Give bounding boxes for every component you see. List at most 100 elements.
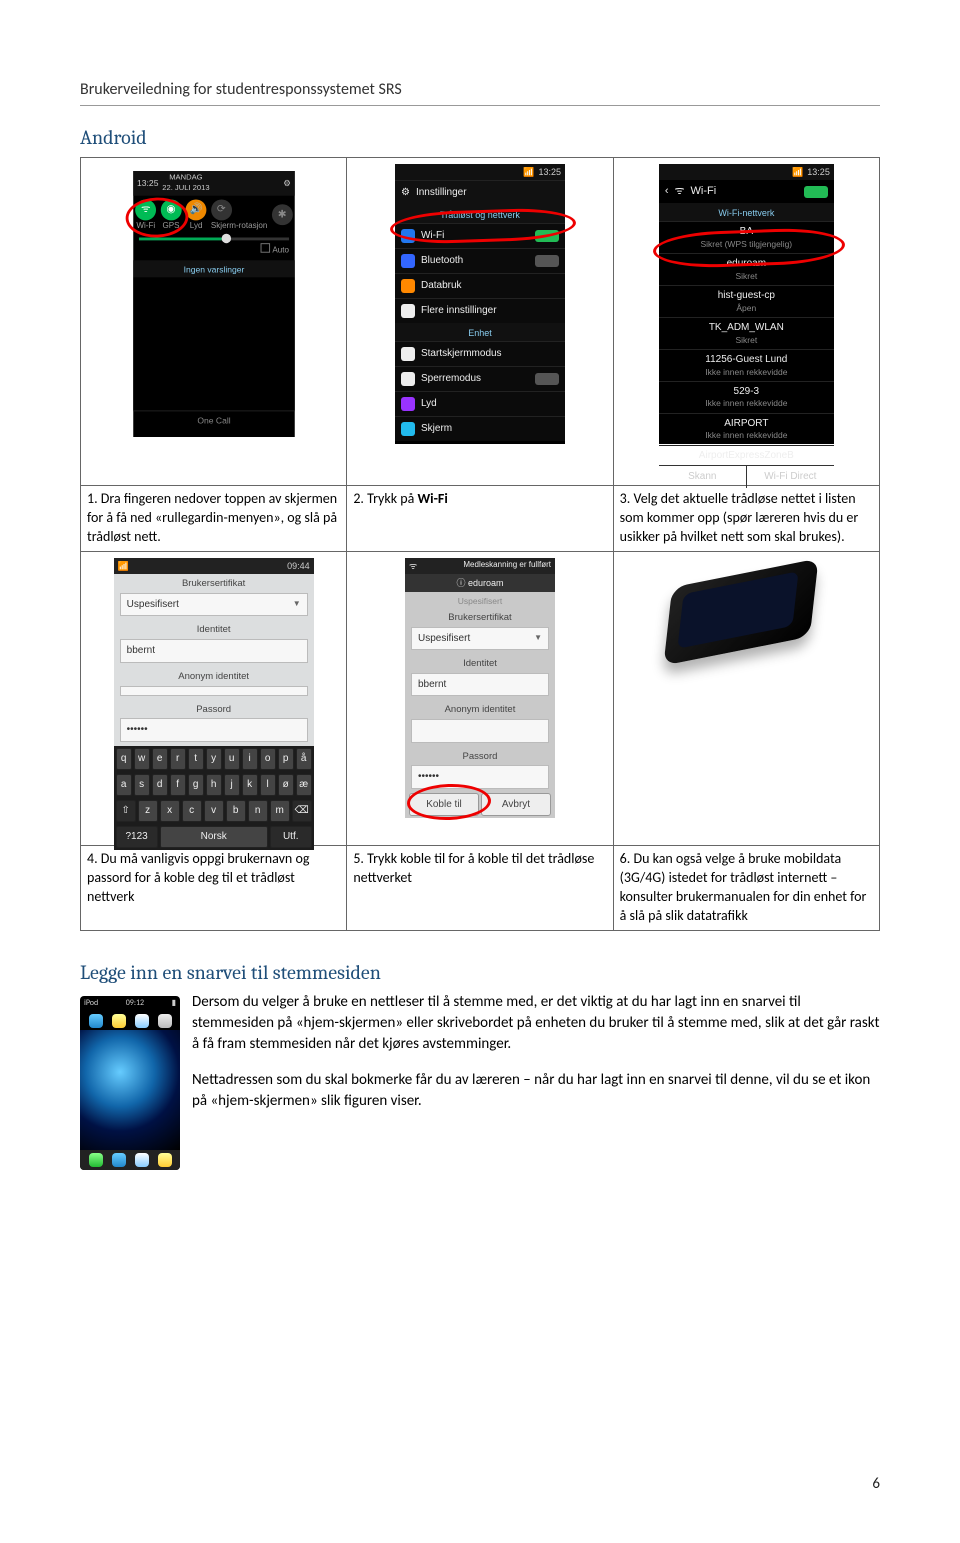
chevron-down-icon: ▼	[293, 599, 301, 610]
brightness-slider[interactable]	[139, 238, 289, 241]
settings-title: Innstillinger	[416, 186, 467, 200]
step2-prefix: 2. Trykk på	[353, 490, 417, 507]
wifi-net-529[interactable]: 529-3Ikke innen rekkevidde	[659, 381, 834, 413]
anon-label: Anonym identitet	[405, 700, 555, 717]
time-label: 13:25	[807, 166, 830, 178]
password-input[interactable]: ••••••	[411, 765, 549, 789]
net-name: AirportExpressZoneB	[665, 449, 828, 463]
app-icon	[89, 1014, 103, 1028]
anon-input[interactable]	[120, 686, 308, 696]
net-sub: Ikke innen rekkevidde	[665, 398, 828, 409]
auto-label: Auto	[272, 245, 289, 255]
keyboard[interactable]: qwertyuiopå asdfghjkløæ ⇧zxcvbnm⌫ ?123No…	[114, 746, 314, 850]
wifi-net-ba[interactable]: BASikret (WPS tilgjengelig)	[659, 221, 834, 253]
doc-header: Brukerveiledning for studentresponssyste…	[80, 80, 880, 106]
wifi-toggle[interactable]	[535, 230, 559, 242]
identity-input[interactable]: bbernt	[411, 673, 549, 697]
password-value: ••••••	[127, 723, 148, 737]
wifi-label: Wi-Fi	[135, 220, 156, 231]
settings-wifi-row[interactable]: Wi-Fi	[395, 223, 565, 248]
net-sub: Sikret (WPS tilgjengelig)	[665, 239, 828, 250]
block-text: Sperremodus	[421, 372, 481, 386]
display-icon	[401, 422, 415, 436]
rotation-toggle-icon[interactable]: ⟳	[211, 199, 232, 220]
settings-home-row[interactable]: Startskjermmodus	[395, 341, 565, 366]
net-sub: Ikke innen rekkevidde	[665, 430, 828, 441]
gear-icon: ⚙	[283, 177, 291, 189]
net-name: eduroam	[665, 257, 828, 271]
kb-enter[interactable]: Utf.	[270, 826, 312, 848]
section-title-shortcut: Legge inn en snarvei til stemmesiden	[80, 961, 880, 984]
wifi-text: Wi-Fi	[421, 229, 444, 243]
more-icon	[401, 304, 415, 318]
wifi-net-zoneb[interactable]: AirportExpressZoneB	[659, 445, 834, 466]
gps-label: GPS	[160, 220, 181, 231]
net-name: 529-3	[665, 385, 828, 399]
display-text: Skjerm	[421, 422, 452, 436]
step2-bold: Wi-Fi	[417, 490, 447, 507]
shortcut-paragraph-1: Dersom du velger å bruke en nettleser ti…	[192, 992, 880, 1055]
kb-space[interactable]: Norsk	[160, 826, 268, 848]
wifi-toggle-icon[interactable]: ᯤ	[135, 199, 156, 220]
cert-value: Uspesifisert	[418, 632, 470, 646]
scan-button[interactable]: Skann	[659, 465, 747, 488]
identity-input[interactable]: bbernt	[120, 639, 308, 663]
wifi-master-toggle[interactable]	[804, 186, 828, 198]
wifi-title: Wi-Fi	[691, 184, 717, 199]
settings-display-row[interactable]: Skjerm	[395, 416, 565, 441]
password-label: Passord	[405, 747, 555, 764]
cert-dropdown[interactable]: Uspesifisert▼	[120, 593, 308, 617]
ipod-figure: iPod09:12▮	[80, 992, 180, 1170]
wifi-net-tk[interactable]: TK_ADM_WLANSikret	[659, 317, 834, 349]
cell-shot-5: ᯤMedleskanning er fullført ⓘ eduroam Usp…	[347, 551, 613, 845]
cert-dropdown[interactable]: Uspesifisert ▼	[411, 627, 549, 651]
wifi-direct-button[interactable]: Wi-Fi Direct	[747, 465, 834, 488]
settings-bluetooth-row[interactable]: Bluetooth	[395, 248, 565, 273]
settings-block-row[interactable]: Sperremodus	[395, 366, 565, 391]
back-icon[interactable]: ‹	[665, 184, 669, 199]
signal-icon: 📶	[118, 560, 129, 572]
identity-value: bbernt	[418, 678, 446, 692]
wifi-net-11256[interactable]: 11256-Guest LundIkke innen rekkevidde	[659, 349, 834, 381]
more-text: Flere innstillinger	[421, 304, 497, 318]
bt-toggle[interactable]	[535, 255, 559, 267]
scan-label: Medleskanning er fullført	[463, 560, 551, 572]
cell-shot-1: 13:25 MANDAG 22. JULI 2013 ⚙ ᯤWi-Fi ◉GPS	[81, 158, 347, 486]
sound-text: Lyd	[421, 397, 437, 411]
wifi-net-guest[interactable]: hist-guest-cpÅpen	[659, 285, 834, 317]
group-wireless: Trådløst og nettverk	[395, 205, 565, 223]
anon-input[interactable]	[411, 719, 549, 743]
gps-toggle-icon[interactable]: ◉	[160, 199, 181, 220]
settings-data-row[interactable]: Databruk	[395, 273, 565, 298]
settings-sound-row[interactable]: Lyd	[395, 391, 565, 416]
wifi-net-airport[interactable]: AIRPORTIkke innen rekkevidde	[659, 413, 834, 445]
sound-toggle-icon[interactable]: 🔊	[185, 199, 206, 220]
cancel-button[interactable]: Avbryt	[481, 793, 551, 817]
phone-photo	[631, 562, 861, 732]
time-label: 13:25	[538, 166, 561, 178]
caption-step3: 3. Velg det aktuelle trådløse nettet i l…	[613, 486, 879, 552]
chevron-down-icon: ▼	[534, 633, 542, 644]
anon-label: Anonym identitet	[114, 667, 314, 684]
time-label: 09:44	[287, 560, 310, 572]
password-value: ••••••	[418, 770, 439, 784]
bt-toggle-icon[interactable]: ✱	[271, 205, 292, 226]
wallpaper	[80, 1030, 180, 1150]
wifi-icon: ᯤ	[675, 184, 685, 199]
settings-more-row[interactable]: Flere innstillinger	[395, 298, 565, 323]
signal-icon: 📶	[523, 166, 534, 178]
caption-step4: 4. Du må vanligvis oppgi brukernavn og p…	[81, 846, 347, 931]
shot-1: 13:25 MANDAG 22. JULI 2013 ⚙ ᯤWi-Fi ◉GPS	[133, 171, 295, 437]
cell-shot-2: 📶 13:25 ⚙Innstillinger Trådløst og nettv…	[347, 158, 613, 486]
net-name: TK_ADM_WLAN	[665, 321, 828, 335]
password-input[interactable]: ••••••	[120, 718, 308, 742]
cert-label: Brukersertifikat	[405, 608, 555, 625]
kb-symbols[interactable]: ?123	[116, 826, 158, 848]
caption-step2: 2. Trykk på Wi-Fi	[347, 486, 613, 552]
data-icon	[401, 279, 415, 293]
connect-button[interactable]: Koble til	[409, 793, 479, 817]
date-label: 22. JULI 2013	[162, 183, 209, 192]
identity-label: Identitet	[405, 654, 555, 671]
wifi-net-eduroam[interactable]: eduroamSikret	[659, 253, 834, 285]
block-toggle[interactable]	[535, 373, 559, 385]
